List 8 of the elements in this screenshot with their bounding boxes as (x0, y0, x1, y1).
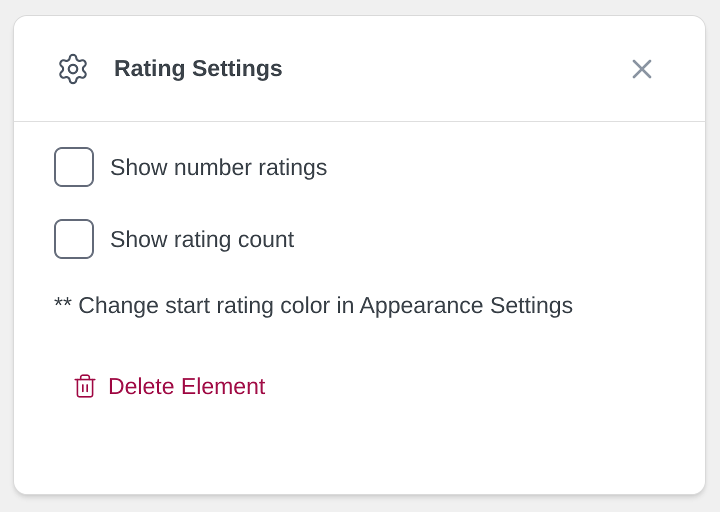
checkbox-label: Show rating count (110, 224, 294, 254)
checkbox-label: Show number ratings (110, 152, 328, 182)
note-text: ** Change start rating color in Appearance Settings (54, 291, 574, 320)
checkbox[interactable] (54, 219, 94, 259)
checkbox[interactable] (54, 147, 94, 187)
dialog-title: Rating Settings (114, 54, 283, 84)
delete-element-button[interactable]: Delete Element (72, 369, 266, 404)
trash-icon (72, 373, 98, 400)
